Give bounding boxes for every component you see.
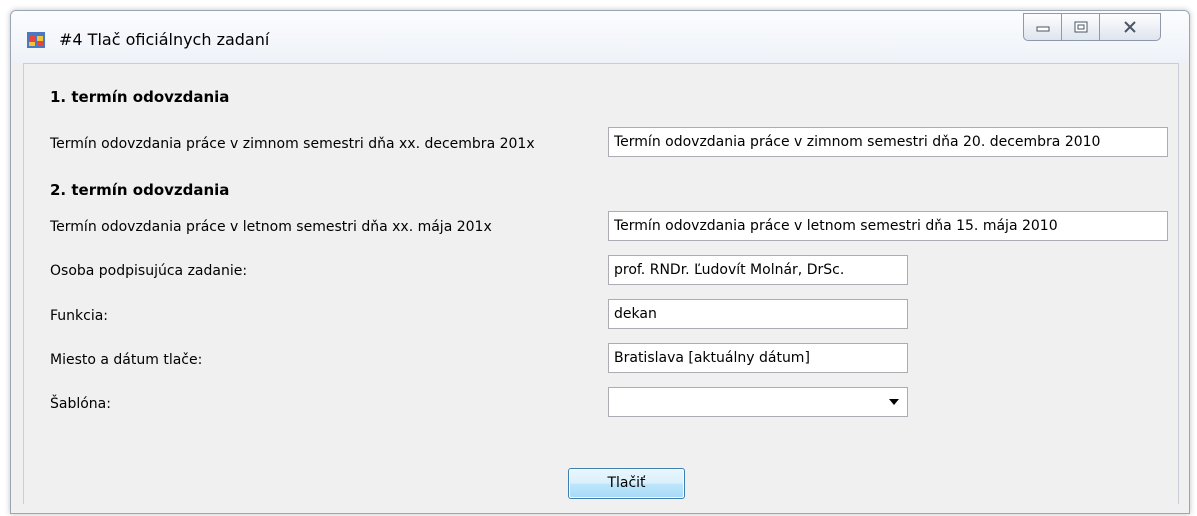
maximize-icon [1074, 21, 1087, 33]
summer-deadline-label: Termín odovzdania práce v letnom semestr… [50, 219, 492, 235]
close-icon [1124, 21, 1136, 33]
close-button[interactable] [1099, 13, 1161, 41]
print-assignments-window: #4 Tlač oficiálnych zadaní 1. termín odo… [10, 10, 1190, 514]
summer-deadline-field[interactable]: Termín odovzdania práce v letnom semestr… [608, 211, 1168, 241]
window-title: #4 Tlač oficiálnych zadaní [59, 30, 270, 49]
signer-label: Osoba podpisujúca zadanie: [50, 263, 248, 279]
template-selected-value [609, 388, 879, 416]
place-date-field[interactable]: Bratislava [aktuálny dátum] [608, 343, 908, 373]
print-button[interactable]: Tlačiť [568, 468, 685, 499]
winter-deadline-field[interactable]: Termín odovzdania práce v zimnom semestr… [608, 127, 1168, 157]
title-bar[interactable]: #4 Tlač oficiálnych zadaní [11, 11, 1189, 63]
app-window-icon [27, 32, 45, 48]
section2-heading: 2. termín odovzdania [50, 181, 230, 199]
section1-heading: 1. termín odovzdania [50, 88, 230, 106]
minimize-icon [1036, 26, 1049, 32]
maximize-button[interactable] [1061, 13, 1099, 41]
place-date-label: Miesto a dátum tlače: [50, 352, 203, 368]
minimize-button[interactable] [1023, 13, 1061, 41]
winter-deadline-label: Termín odovzdania práce v zimnom semestr… [50, 136, 535, 152]
chevron-down-icon[interactable] [889, 399, 899, 405]
signer-field[interactable]: prof. RNDr. Ľudovít Molnár, DrSc. [608, 255, 908, 285]
template-label: Šablóna: [50, 396, 111, 412]
form-panel: 1. termín odovzdania Termín odovzdania p… [23, 63, 1179, 504]
function-label: Funkcia: [50, 308, 109, 324]
function-field[interactable]: dekan [608, 299, 908, 329]
template-select[interactable] [608, 387, 908, 417]
